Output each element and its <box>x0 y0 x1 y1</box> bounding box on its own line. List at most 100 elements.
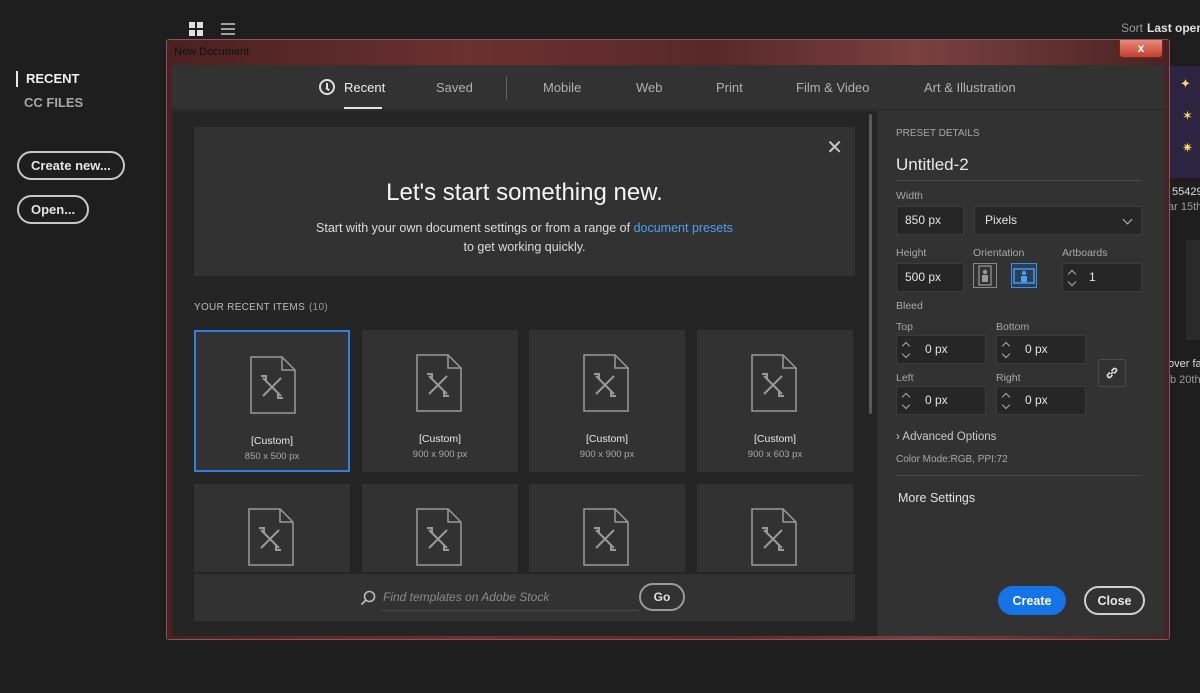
create-button[interactable]: Create <box>998 586 1066 615</box>
landscape-orientation-button[interactable] <box>1011 263 1037 288</box>
recent-item-name: [Custom] <box>418 433 461 445</box>
recent-item-name: [Custom] <box>250 435 293 447</box>
bleed-left-field[interactable]: 0 px <box>896 386 986 415</box>
tab-saved[interactable]: Saved <box>436 80 473 95</box>
open-button[interactable]: Open... <box>17 195 90 224</box>
bleed-right-field[interactable]: 0 px <box>996 386 1086 415</box>
recent-item-card[interactable] <box>529 484 685 572</box>
search-input[interactable]: Find templates on Adobe Stock <box>383 590 549 604</box>
more-settings-link[interactable]: More Settings <box>898 491 975 505</box>
home-sidebar: RECENT CC FILES Create new... Open... <box>0 0 165 693</box>
create-new-button[interactable]: Create new... <box>17 151 125 180</box>
recent-item-card[interactable]: [Custom] 900 x 603 px <box>697 330 853 472</box>
recent-items-title: YOUR RECENT ITEMS <box>194 302 306 313</box>
portrait-orientation-button[interactable] <box>973 263 997 288</box>
width-field[interactable]: 850 px <box>896 206 964 235</box>
recent-item-card[interactable]: [Custom] 850 x 500 px <box>194 330 350 472</box>
stepper-icon[interactable] <box>1067 267 1077 289</box>
bleed-bottom-label: Bottom <box>996 321 1030 333</box>
welcome-banner: ✕ Let's start something new. Start with … <box>194 127 855 276</box>
window-close-button[interactable]: x <box>1119 40 1163 58</box>
sort-value: Last open <box>1147 21 1200 35</box>
recent-item-card[interactable] <box>697 484 853 572</box>
recent-item-size: 900 x 900 px <box>412 449 468 460</box>
bleed-top-value: 0 px <box>925 342 948 356</box>
bleed-bottom-value: 0 px <box>1025 342 1048 356</box>
tab-web[interactable]: Web <box>636 80 663 95</box>
welcome-heading: Let's start something new. <box>386 179 663 206</box>
document-icon <box>250 356 296 414</box>
document-presets-link[interactable]: document presets <box>634 221 733 235</box>
link-bleed-button[interactable] <box>1098 359 1126 387</box>
chevron-down-icon <box>1122 214 1133 225</box>
welcome-line2: to get working quickly. <box>463 240 586 254</box>
go-button[interactable]: Go <box>639 583 685 611</box>
height-field[interactable]: 500 px <box>896 263 964 292</box>
recent-item-size: 850 x 500 px <box>244 451 300 462</box>
welcome-line1: Start with your own document settings or… <box>316 221 631 235</box>
tab-recent[interactable]: Recent <box>344 80 385 95</box>
nav-cc-files[interactable]: CC FILES <box>24 95 83 110</box>
view-toggle <box>189 22 235 36</box>
thumbnail-title: over fa <box>1168 358 1200 370</box>
clock-icon <box>319 79 335 95</box>
units-select[interactable]: Pixels <box>974 206 1142 235</box>
document-icon <box>583 508 629 566</box>
recent-item-card[interactable]: [Custom] 900 x 900 px <box>529 330 685 472</box>
active-tab-indicator <box>344 107 382 109</box>
landscape-icon <box>1013 268 1035 284</box>
tab-print[interactable]: Print <box>716 80 743 95</box>
recent-item-card[interactable]: [Custom] 900 x 900 px <box>362 330 518 472</box>
close-icon[interactable]: ✕ <box>826 135 843 160</box>
stepper-icon[interactable] <box>901 390 911 412</box>
search-underline <box>381 610 639 611</box>
thumbnail-date: b 20th <box>1170 374 1200 386</box>
bleed-bottom-field[interactable]: 0 px <box>996 335 1086 364</box>
new-document-dialog: Recent Saved Mobile Web Print Film & Vid… <box>172 65 1165 636</box>
stepper-icon[interactable] <box>901 339 911 361</box>
search-icon <box>360 590 376 606</box>
advanced-options-toggle[interactable]: › Advanced Options <box>896 431 996 443</box>
sparkle-icon: ✷ <box>1182 140 1193 155</box>
stock-search-bar: Find templates on Adobe Stock Go <box>194 574 855 621</box>
recent-item-card[interactable] <box>194 484 350 572</box>
document-icon <box>248 508 294 566</box>
stepper-icon[interactable] <box>1001 390 1011 412</box>
thumbnail-title: 55429 <box>1172 186 1200 198</box>
portrait-icon <box>978 265 992 286</box>
artboards-value: 1 <box>1089 270 1096 284</box>
close-button[interactable]: Close <box>1084 586 1145 615</box>
recent-item-card[interactable] <box>362 484 518 572</box>
recent-items-count: (10) <box>309 302 329 313</box>
tab-divider <box>506 77 507 99</box>
recent-thumbnail[interactable]: ✦ ✶ ✷ <box>1170 66 1200 178</box>
advanced-options-label: Advanced Options <box>902 431 997 443</box>
divider <box>896 475 1142 476</box>
document-icon <box>751 508 797 566</box>
nav-recent[interactable]: RECENT <box>16 71 79 87</box>
tab-film-video[interactable]: Film & Video <box>796 80 869 95</box>
bleed-right-value: 0 px <box>1025 393 1048 407</box>
bleed-top-field[interactable]: 0 px <box>896 335 986 364</box>
tab-mobile[interactable]: Mobile <box>543 80 581 95</box>
thumbnail-date: ar 15th, <box>1168 201 1200 213</box>
tab-art-illustration[interactable]: Art & Illustration <box>924 80 1016 95</box>
artboards-field[interactable]: 1 <box>1062 263 1142 292</box>
document-name-field[interactable]: Untitled-2 <box>896 155 1142 181</box>
link-icon <box>1106 367 1118 379</box>
bleed-top-label: Top <box>896 321 913 333</box>
recent-items-header: YOUR RECENT ITEMS (10) <box>194 302 328 313</box>
sparkle-icon: ✶ <box>1182 108 1193 123</box>
list-view-icon[interactable] <box>221 22 235 36</box>
recent-thumbnail[interactable] <box>1186 240 1200 340</box>
stepper-icon[interactable] <box>1001 339 1011 361</box>
height-label: Height <box>896 247 927 259</box>
document-icon <box>416 354 462 412</box>
grid-view-icon[interactable] <box>189 22 203 36</box>
welcome-text: Start with your own document settings or… <box>194 219 855 257</box>
sort-control[interactable]: Sort Last open <box>1121 21 1200 35</box>
scrollbar[interactable] <box>869 114 872 414</box>
document-icon <box>751 354 797 412</box>
sort-label: Sort <box>1121 21 1144 35</box>
recent-item-name: [Custom] <box>753 433 796 445</box>
